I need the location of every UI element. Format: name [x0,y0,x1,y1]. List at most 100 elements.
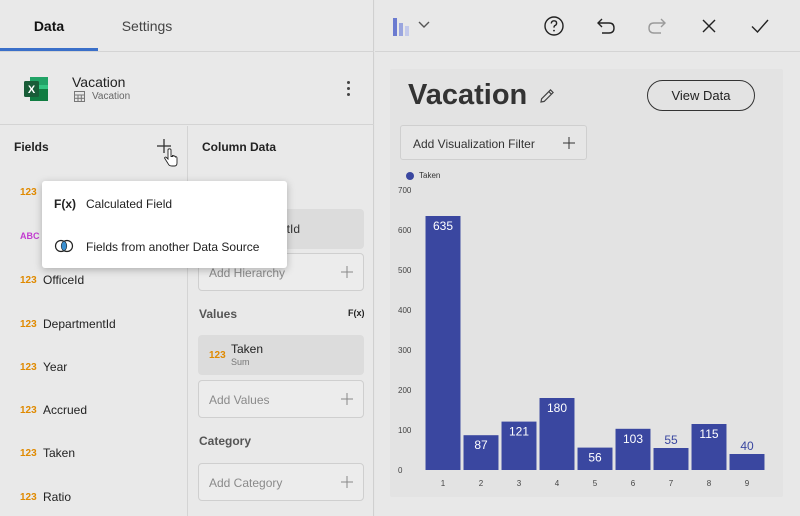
field-name: Ratio [43,490,72,504]
value-type-badge: 123 [209,350,226,361]
field-item-accrued[interactable]: 123 Accrued [0,392,188,428]
menu-item-label: Calculated Field [86,197,173,211]
tab-data[interactable]: Data [0,0,98,52]
field-name: Accrued [43,403,88,417]
bar-value-label: 121 [509,425,529,439]
y-tick-label: 600 [398,226,412,235]
active-tab-indicator [0,48,98,51]
redo-icon[interactable] [645,14,669,38]
bar-value-label: 40 [740,439,754,453]
plus-icon [341,266,353,278]
add-visualization-filter-button[interactable]: Add Visualization Filter [400,125,587,160]
x-tick-label: 2 [479,479,484,488]
field-item-taken[interactable]: 123 Taken [0,435,188,471]
more-options-icon[interactable] [340,77,356,99]
add-category-dropzone[interactable]: Add Category [198,463,364,501]
field-type-badge: 123 [20,447,37,459]
x-tick-label: 6 [631,479,636,488]
field-name: Taken [43,446,76,460]
bar[interactable] [425,216,461,470]
y-tick-label: 400 [398,306,412,315]
panel-tabs: Data Settings [0,0,374,52]
data-editor-panel: Data Settings X Vacation Vacation Fields [0,0,374,516]
field-item-year[interactable]: 123 Year [0,349,188,385]
x-tick-label: 5 [593,479,598,488]
add-hierarchy-label: Add Hierarchy [209,266,286,280]
bar-value-label: 56 [588,451,602,465]
plus-icon [341,476,353,488]
visualization-canvas: Vacation View Data Add Visualization Fil… [390,69,783,497]
y-tick-label: 500 [398,266,412,275]
field-item-ratio[interactable]: 123 Ratio [0,479,188,515]
x-tick-label: 3 [517,479,522,488]
bar-value-label: 55 [664,433,678,447]
add-category-label: Add Category [209,476,283,490]
menu-item-label: Fields from another Data Source [86,240,260,254]
plus-icon [341,393,353,405]
close-icon[interactable] [697,14,721,38]
category-title: Category [199,434,252,448]
chart-type-picker[interactable] [391,14,431,38]
field-type-badge: 123 [20,274,37,286]
field-type-badge: ABC [20,231,40,241]
visualization-panel: Vacation View Data Add Visualization Fil… [375,0,800,516]
bar[interactable] [653,448,689,470]
menu-item-calculated-field[interactable]: F(x) Calculated Field [42,184,287,224]
value-field-name: Taken [231,342,264,356]
blend-circles-icon [42,239,86,256]
legend-label: Taken [419,171,441,180]
add-values-label: Add Values [209,393,270,407]
x-tick-label: 8 [707,479,712,488]
data-source-table: Vacation [92,91,131,102]
menu-item-blend-data-source[interactable]: Fields from another Data Source [42,227,287,267]
data-source-header: X Vacation Vacation [0,53,374,125]
values-fx-button[interactable]: F(x) [348,308,365,318]
field-type-badge: 123 [20,318,37,330]
column-data-title: Column Data [202,140,277,154]
svg-text:X: X [28,84,36,96]
tab-settings[interactable]: Settings [98,0,196,52]
value-chip-taken[interactable]: 123 Taken Sum [198,335,364,375]
y-tick-label: 200 [398,386,412,395]
visualization-toolbar [375,0,800,52]
plus-icon [563,137,575,149]
values-title: Values [199,307,238,321]
x-tick-label: 4 [555,479,560,488]
add-field-menu: F(x) Calculated Field Fields from anothe… [42,181,287,268]
bar-value-label: 103 [623,432,643,446]
visualization-title: Vacation [408,79,528,111]
bar-value-label: 87 [474,438,488,452]
bar[interactable] [729,454,765,470]
y-tick-label: 100 [398,426,412,435]
hand-cursor-icon [164,148,178,167]
field-item-departmentid[interactable]: 123 DepartmentId [0,306,188,342]
field-type-badge: 123 [20,404,37,416]
y-tick-label: 700 [398,186,412,195]
legend-swatch [406,171,414,180]
filter-label: Add Visualization Filter [413,137,535,151]
fx-icon: F(x) [54,197,76,211]
excel-icon: X [24,77,48,101]
help-icon[interactable] [542,14,566,38]
chart-legend: Taken [406,171,440,180]
field-name: DepartmentId [43,317,116,331]
y-tick-label: 300 [398,346,412,355]
view-data-button[interactable]: View Data [647,80,755,111]
field-name: Year [43,360,68,374]
x-tick-label: 7 [669,479,674,488]
data-source-title: Vacation [72,74,126,90]
bar-value-label: 115 [699,427,718,441]
undo-icon[interactable] [594,14,618,38]
check-icon[interactable] [748,14,772,38]
bar-chart: 0100200300400500600700635187212131804565… [398,186,765,488]
bar-value-label: 180 [547,401,567,415]
field-type-badge: 123 [20,491,37,503]
value-aggregation: Sum [231,357,250,367]
add-values-dropzone[interactable]: Add Values [198,380,364,418]
edit-title-icon[interactable] [538,87,556,105]
field-type-badge: 123 [20,186,37,198]
x-tick-label: 1 [441,479,446,488]
field-type-badge: 123 [20,361,37,373]
y-tick-label: 0 [398,466,403,475]
bar-value-label: 635 [433,219,453,233]
